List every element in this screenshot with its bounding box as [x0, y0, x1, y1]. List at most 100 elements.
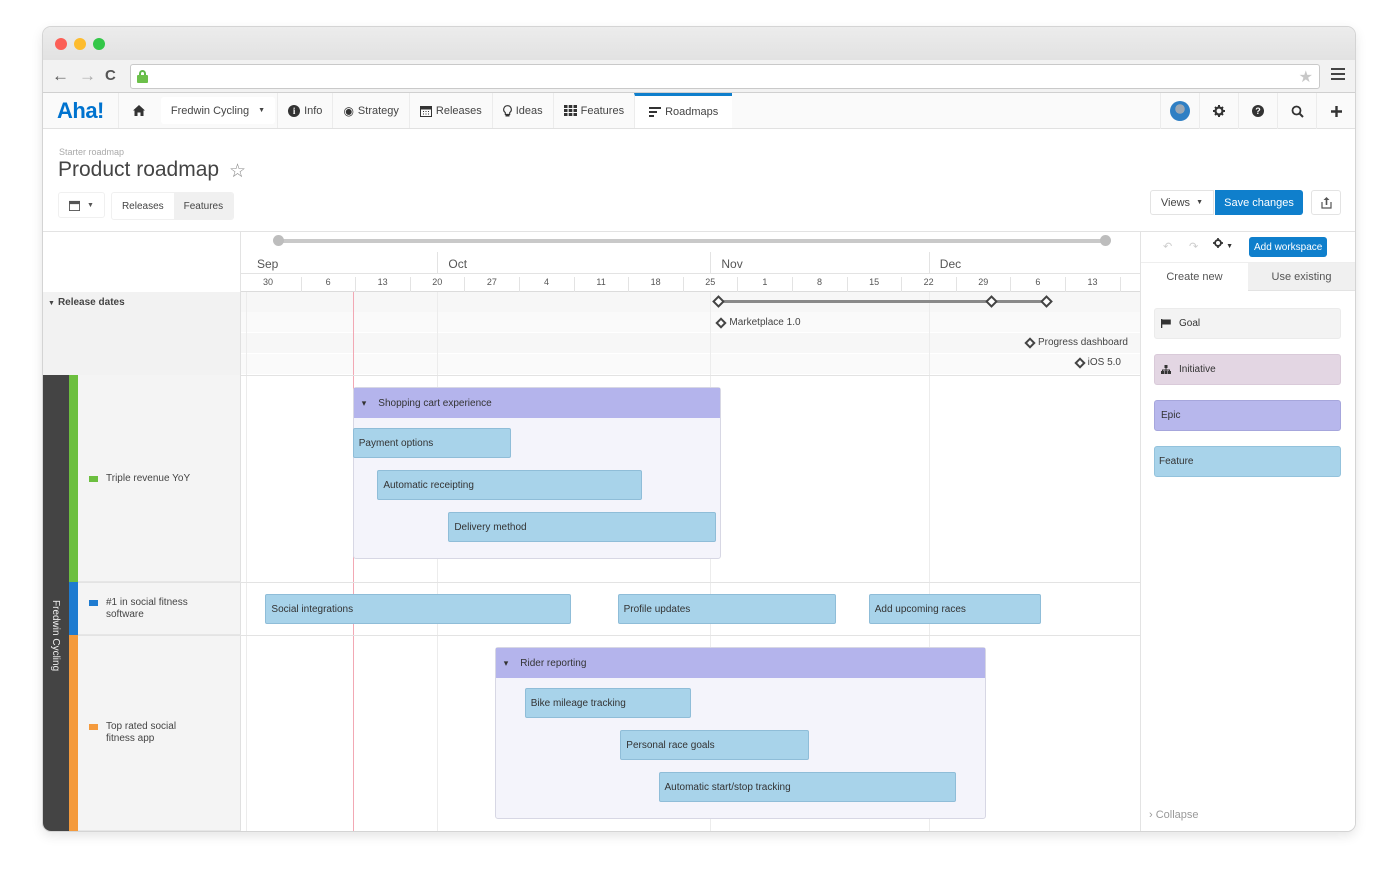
feature-bar[interactable]: Delivery method: [448, 512, 716, 542]
nav-features[interactable]: Features: [552, 93, 634, 128]
feature-bar[interactable]: Social integrations: [265, 594, 572, 624]
panel-tabs: Create new Use existing: [1141, 263, 1355, 291]
back-button[interactable]: ←: [52, 66, 69, 86]
month-label: Oct: [448, 257, 468, 271]
release-band: [241, 333, 1140, 353]
toggle-features[interactable]: Features: [173, 193, 234, 219]
create-goal-card[interactable]: Goal: [1154, 308, 1341, 339]
release-name: iOS 5.0: [1087, 357, 1121, 368]
caret-down-icon: ▼: [48, 300, 55, 307]
aha-logo[interactable]: Aha!: [43, 93, 118, 128]
feature-bar[interactable]: Bike mileage tracking: [524, 688, 692, 718]
date-range-dropdown[interactable]: ▼: [58, 192, 105, 218]
views-dropdown[interactable]: Views ▼: [1149, 190, 1214, 215]
hierarchy-icon: [1161, 365, 1171, 374]
week-tick-label: 22: [901, 277, 955, 292]
reload-button[interactable]: C: [105, 67, 116, 84]
nav-roadmaps-label: Roadmaps: [665, 106, 719, 118]
chevron-right-icon: ›: [1149, 809, 1153, 821]
flag-icon: [1161, 319, 1171, 328]
help-button[interactable]: ?: [1238, 93, 1277, 129]
release-label[interactable]: iOS 5.0: [1073, 356, 1121, 369]
add-workspace-button[interactable]: Add workspace: [1249, 237, 1328, 257]
share-button[interactable]: [1311, 190, 1341, 215]
collapse-label: Collapse: [1155, 809, 1199, 821]
redo-icon[interactable]: ↷: [1189, 240, 1198, 253]
goal-label[interactable]: Top rated social fitness app: [89, 721, 201, 745]
week-tick-label: 25: [682, 277, 737, 292]
feature-bar[interactable]: Add upcoming races: [868, 594, 1041, 624]
release-name: Marketplace 1.0: [729, 317, 801, 328]
tab-create-new[interactable]: Create new: [1141, 263, 1248, 291]
forward-button[interactable]: →: [79, 66, 96, 86]
feature-bar[interactable]: Automatic receipting: [377, 470, 643, 500]
slider-end-handle[interactable]: [1100, 235, 1111, 246]
goal-name: Triple revenue YoY: [106, 472, 191, 484]
home-button[interactable]: [117, 93, 159, 128]
nav-releases-label: Releases: [435, 104, 482, 117]
caret-down-icon[interactable]: ▾: [504, 658, 509, 669]
workspace-bar: Fredwin Cycling: [43, 375, 69, 831]
add-button[interactable]: [1316, 93, 1355, 129]
panel-settings-dropdown[interactable]: ▼: [1213, 238, 1233, 251]
lane-grid-separator: [241, 635, 1140, 636]
feature-name: Automatic receipting: [383, 479, 474, 491]
release-label[interactable]: Marketplace 1.0: [715, 316, 801, 329]
product-selector[interactable]: Fredwin Cycling ▼: [160, 97, 276, 124]
breadcrumb[interactable]: Starter roadmap: [59, 147, 124, 157]
close-window-button[interactable]: [55, 38, 67, 50]
calendar-icon: [69, 200, 80, 211]
feature-bar[interactable]: Automatic start/stop tracking: [658, 772, 957, 802]
goal-label[interactable]: Triple revenue YoY: [89, 473, 201, 485]
epic-bar[interactable]: ▾ Rider reporting: [495, 648, 986, 678]
nav-strategy[interactable]: ◉ Strategy: [332, 93, 408, 128]
maximize-window-button[interactable]: [93, 38, 105, 50]
page-title: Product roadmap: [58, 158, 220, 181]
url-input[interactable]: ★: [130, 64, 1320, 89]
settings-button[interactable]: [1199, 93, 1238, 129]
epic-bar[interactable]: ▾ Shopping cart experience: [353, 388, 721, 418]
create-initiative-card[interactable]: Initiative: [1154, 354, 1341, 385]
tab-use-existing[interactable]: Use existing: [1248, 263, 1355, 291]
week-tick-label: 8: [792, 277, 846, 292]
nav-releases[interactable]: Releases: [408, 93, 492, 128]
goal-name: #1 in social fitness software: [106, 596, 188, 620]
release-band: [241, 354, 1140, 374]
timeline-range-slider[interactable]: [273, 235, 1111, 246]
feature-bar[interactable]: Profile updates: [617, 594, 836, 624]
goal-label[interactable]: #1 in social fitness software: [89, 597, 201, 621]
feature-name: Social integrations: [271, 603, 354, 615]
week-tick-label: 1: [737, 277, 791, 292]
collapse-panel-button[interactable]: › Collapse: [1149, 809, 1199, 821]
slider-start-handle[interactable]: [273, 235, 284, 246]
nav-roadmaps[interactable]: Roadmaps: [634, 93, 733, 128]
save-changes-button[interactable]: Save changes: [1215, 190, 1303, 215]
toggle-releases[interactable]: Releases: [112, 193, 174, 219]
undo-icon[interactable]: ↶: [1163, 240, 1172, 253]
nav-info[interactable]: i Info: [277, 93, 332, 128]
nav-ideas[interactable]: Ideas: [491, 93, 553, 128]
feature-bar[interactable]: Personal race goals: [620, 730, 809, 760]
create-epic-card[interactable]: Epic: [1154, 400, 1341, 431]
chevron-down-icon: ▼: [258, 107, 266, 114]
release-dates-toggle[interactable]: ▼ Release dates: [48, 297, 125, 308]
release-label[interactable]: Progress dashboard: [1024, 336, 1128, 349]
month-gridline: [246, 292, 247, 831]
chevron-down-icon: ▼: [1226, 243, 1233, 250]
bookmark-star-icon[interactable]: ★: [1299, 67, 1313, 87]
feature-bar[interactable]: Payment options: [352, 428, 512, 458]
favorite-star-icon[interactable]: ☆: [229, 160, 246, 183]
diamond-icon: [1024, 336, 1036, 349]
week-tick-label: 6: [1010, 277, 1064, 292]
nav-ideas-label: Ideas: [515, 104, 543, 117]
user-menu-button[interactable]: [1160, 93, 1199, 129]
diamond-icon: [715, 316, 728, 329]
month-gridline: [437, 292, 439, 831]
month-header: Sep Oct Nov Dec: [241, 252, 1140, 274]
create-feature-card[interactable]: Feature: [1154, 446, 1341, 477]
search-button[interactable]: [1277, 93, 1316, 129]
caret-down-icon[interactable]: ▾: [362, 398, 367, 409]
month-label: Sep: [257, 257, 279, 271]
minimize-window-button[interactable]: [74, 38, 86, 50]
browser-menu-icon[interactable]: [1331, 65, 1345, 83]
